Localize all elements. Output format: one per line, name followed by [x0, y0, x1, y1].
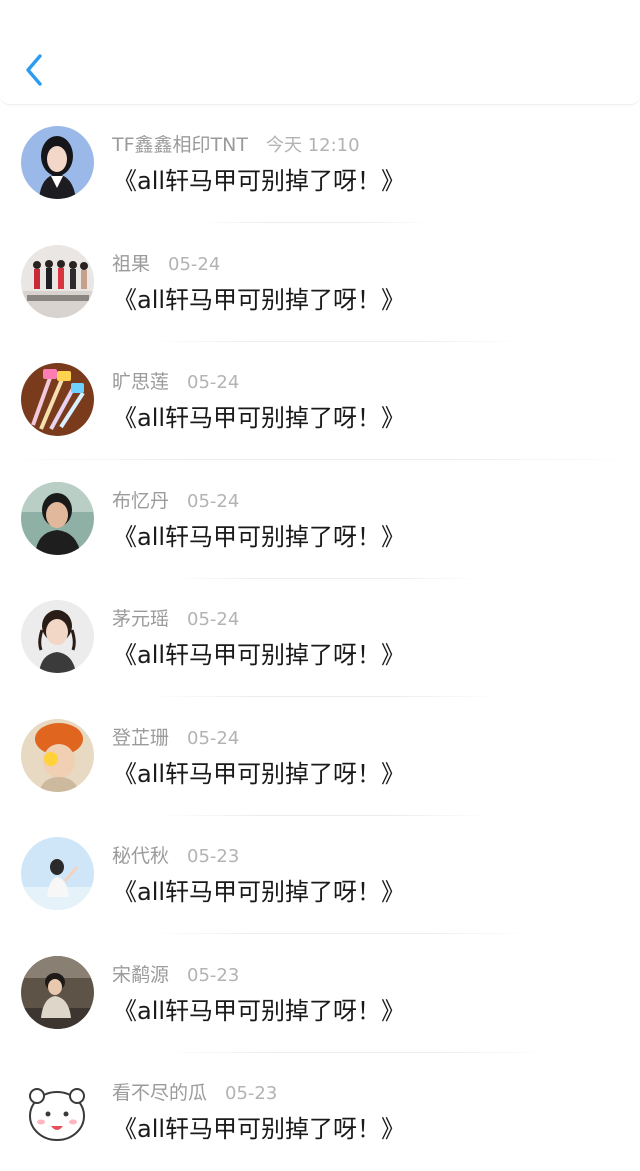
comment-text: 《all轩马甲可别掉了呀！》 — [113, 878, 406, 906]
comment-time: 05-24 — [187, 727, 240, 749]
comment-text: 《all轩马甲可别掉了呀！》 — [113, 285, 406, 314]
comment-time: 05-24 — [187, 609, 240, 630]
user-name[interactable]: 宋鹬源 — [112, 964, 169, 986]
user-name[interactable]: 看不尽的瓜 — [112, 1082, 207, 1104]
comment-text: 《all轩马甲可别掉了呀！》 — [113, 996, 406, 1025]
comment-item[interactable]: 登芷珊 05-24 《all轩马甲可别掉了呀！》 — [0, 697, 640, 816]
avatar[interactable] — [21, 481, 94, 555]
user-name[interactable]: 登芷珊 — [112, 727, 169, 749]
comment-time: 05-23 — [225, 1083, 278, 1104]
comment-meta: 祖果 05-24 — [112, 252, 220, 277]
avatar[interactable] — [21, 126, 94, 199]
comment-list: TF鑫鑫相印TNT 今天 12:10 《all轩马甲可别掉了呀！》 祖果 05-24… — [0, 104, 640, 1171]
avatar[interactable] — [21, 600, 94, 673]
user-name[interactable]: TF鑫鑫相印TNT — [112, 134, 248, 156]
comment-text: 《all轩马甲可别掉了呀！》 — [113, 404, 406, 432]
avatar[interactable] — [21, 1074, 94, 1147]
comment-text: 《all轩马甲可别掉了呀！》 — [113, 1115, 406, 1143]
comment-item[interactable]: 宋鹬源 05-23 《all轩马甲可别掉了呀！》 — [0, 934, 640, 1053]
comment-item[interactable]: 旷思莲 05-24 《all轩马甲可别掉了呀！》 — [0, 341, 640, 460]
user-name[interactable]: 茅元瑶 — [112, 608, 169, 630]
back-button[interactable] — [16, 48, 52, 92]
user-name[interactable]: 祖果 — [112, 253, 150, 275]
comment-meta: TF鑫鑫相印TNT 今天 12:10 — [112, 133, 360, 158]
comment-item[interactable]: 看不尽的瓜 05-23 《all轩马甲可别掉了呀！》 — [0, 1052, 640, 1171]
user-name[interactable]: 秘代秋 — [112, 845, 169, 867]
comment-item[interactable]: 秘代秋 05-23 《all轩马甲可别掉了呀！》 — [0, 815, 640, 934]
comment-meta: 旷思莲 05-24 — [112, 370, 239, 395]
comment-meta: 布忆丹 05-24 — [112, 489, 239, 514]
comment-item[interactable]: 布忆丹 05-24 《all轩马甲可别掉了呀！》 — [0, 460, 640, 579]
user-name[interactable]: 布忆丹 — [112, 490, 169, 512]
comment-time: 05-24 — [168, 253, 221, 275]
comment-meta: 宋鹬源 05-23 — [112, 963, 239, 988]
chevron-left-icon — [26, 54, 42, 86]
top-bar — [0, 0, 640, 105]
avatar[interactable] — [21, 244, 94, 318]
comment-meta: 登芷珊 05-24 — [112, 726, 239, 751]
comment-time: 今天 12:10 — [265, 135, 360, 156]
comment-time: 05-23 — [187, 846, 240, 867]
user-name[interactable]: 旷思莲 — [112, 371, 169, 393]
avatar[interactable] — [21, 837, 94, 910]
comment-time: 05-23 — [187, 964, 240, 986]
comment-meta: 茅元瑶 05-24 — [112, 607, 239, 632]
comment-item[interactable]: TF鑫鑫相印TNT 今天 12:10 《all轩马甲可别掉了呀！》 — [0, 104, 640, 223]
comment-time: 05-24 — [187, 490, 240, 512]
comment-item[interactable]: 茅元瑶 05-24 《all轩马甲可别掉了呀！》 — [0, 578, 640, 697]
avatar[interactable] — [21, 363, 94, 436]
comment-text: 《all轩马甲可别掉了呀！》 — [113, 522, 406, 551]
comment-time: 05-24 — [187, 372, 240, 393]
comment-meta: 看不尽的瓜 05-23 — [112, 1081, 277, 1106]
avatar[interactable] — [21, 718, 94, 792]
comment-text: 《all轩马甲可别掉了呀！》 — [113, 167, 406, 195]
comment-item[interactable]: 祖果 05-24 《all轩马甲可别掉了呀！》 — [0, 223, 640, 342]
avatar[interactable] — [21, 955, 94, 1029]
comment-meta: 秘代秋 05-23 — [112, 844, 239, 869]
comment-text: 《all轩马甲可别掉了呀！》 — [113, 641, 406, 669]
comment-text: 《all轩马甲可别掉了呀！》 — [113, 759, 406, 788]
